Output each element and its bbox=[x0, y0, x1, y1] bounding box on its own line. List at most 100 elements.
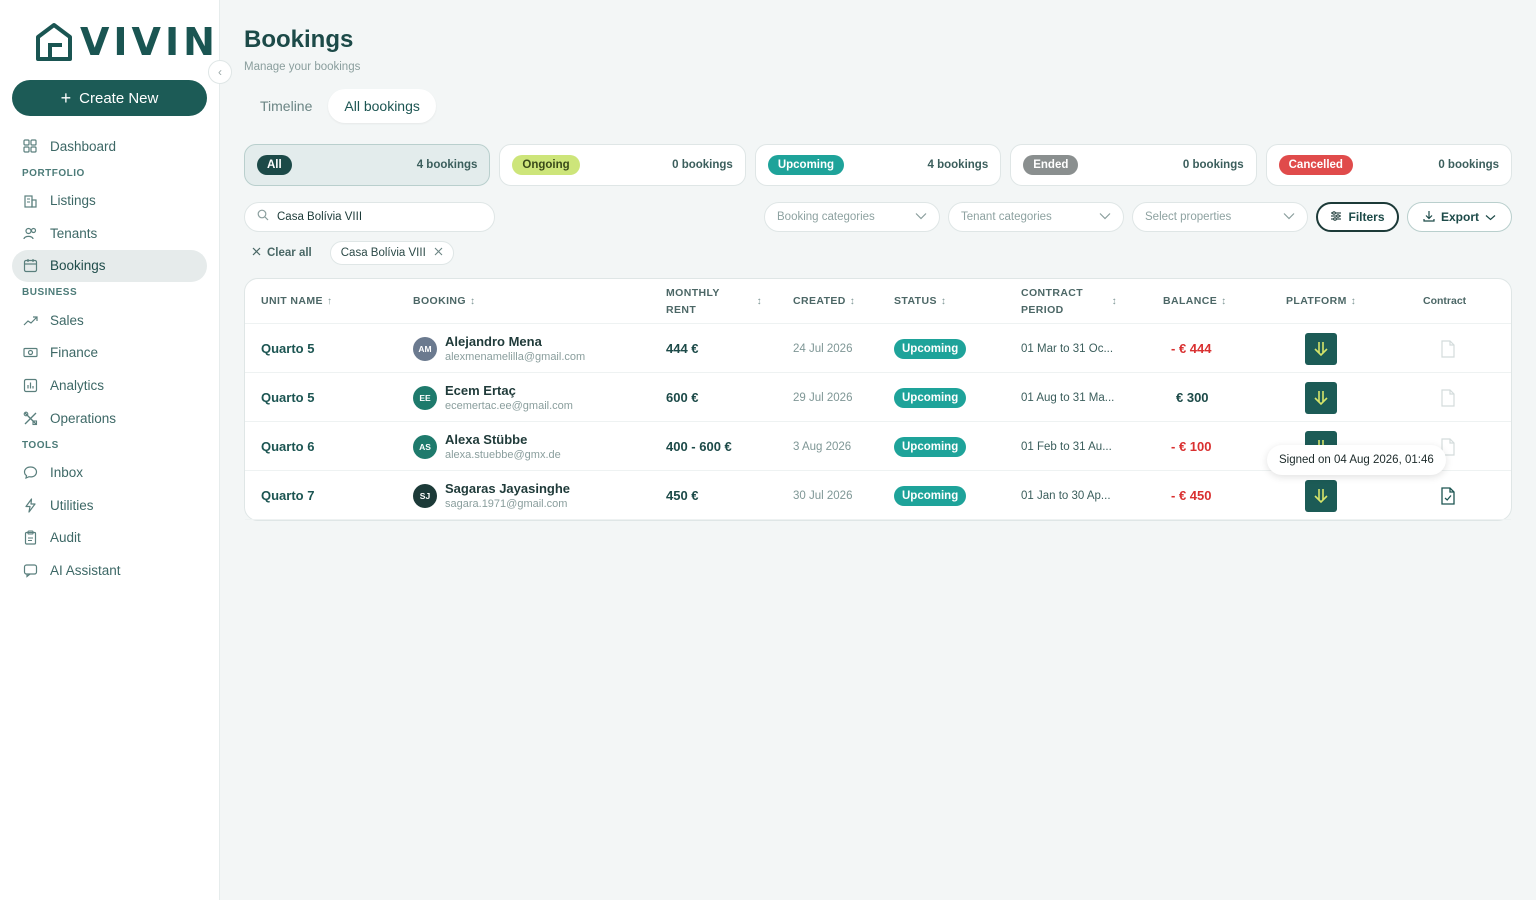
bar-chart-icon bbox=[22, 378, 38, 394]
created-date: 30 Jul 2026 bbox=[793, 489, 853, 502]
table-row[interactable]: Quarto 7 SJ Sagaras Jayasinghe sagara.197… bbox=[245, 471, 1511, 520]
unit-name-link[interactable]: Quarto 5 bbox=[261, 390, 314, 405]
header-line: RENT bbox=[666, 303, 697, 316]
sort-icon: ↕ bbox=[756, 296, 762, 307]
sidebar-item-analytics[interactable]: Analytics bbox=[12, 370, 207, 402]
tab-timeline[interactable]: Timeline bbox=[244, 89, 328, 123]
column-header-balance[interactable]: BALANCE ↕ bbox=[1163, 279, 1227, 324]
create-new-label: Create New bbox=[79, 89, 159, 107]
platform-button[interactable] bbox=[1305, 332, 1337, 365]
page-subtitle: Manage your bookings bbox=[244, 61, 361, 73]
guest-name[interactable]: Alexa Stübbe bbox=[445, 432, 561, 447]
booking-count: 0 bookings bbox=[1182, 159, 1244, 171]
contract-document-icon[interactable] bbox=[1440, 339, 1456, 358]
sidebar-item-dashboard[interactable]: Dashboard bbox=[12, 130, 207, 162]
unit-name-link[interactable]: Quarto 5 bbox=[261, 341, 314, 356]
booking-count: 4 bookings bbox=[416, 159, 478, 171]
collapse-sidebar-button[interactable]: ‹ bbox=[208, 60, 232, 84]
column-header-created[interactable]: CREATED ↕ bbox=[793, 279, 855, 324]
sidebar-item-listings[interactable]: Listings bbox=[12, 185, 207, 217]
sidebar-item-utilities[interactable]: Utilities bbox=[12, 489, 207, 521]
contract-period: 01 Jan to 30 Ap... bbox=[1021, 489, 1111, 502]
column-header-platform[interactable]: PLATFORM ↕ bbox=[1286, 279, 1356, 324]
remove-chip-icon[interactable] bbox=[434, 247, 443, 259]
column-header-period[interactable]: CONTRACT PERIOD ↕ bbox=[1021, 279, 1117, 324]
status-card-all[interactable]: All 4 bookings bbox=[244, 144, 491, 186]
header-label: BOOKING bbox=[413, 295, 466, 307]
guest-name[interactable]: Ecem Ertaç bbox=[445, 383, 573, 398]
guest-name[interactable]: Sagaras Jayasinghe bbox=[445, 481, 570, 496]
chevron-down-icon bbox=[1283, 211, 1295, 223]
sidebar-item-sales[interactable]: Sales bbox=[12, 304, 207, 336]
sidebar-item-label: Inbox bbox=[50, 465, 84, 481]
contract-signed-icon[interactable] bbox=[1440, 486, 1456, 505]
active-filter-chips: Clear all Casa Bolívia VIII bbox=[244, 241, 454, 265]
column-header-rent[interactable]: MONTHLY RENT ↕ bbox=[666, 279, 762, 324]
lightning-icon bbox=[22, 497, 38, 513]
arrow-down-icon bbox=[1314, 390, 1328, 405]
booking-categories-select[interactable]: Booking categories bbox=[764, 202, 940, 232]
create-new-button[interactable]: + Create New bbox=[12, 80, 207, 116]
search-input[interactable] bbox=[277, 211, 477, 223]
sidebar-item-label: Bookings bbox=[50, 258, 106, 274]
users-icon bbox=[22, 225, 38, 241]
sidebar-item-finance[interactable]: Finance bbox=[12, 337, 207, 369]
sidebar-item-bookings[interactable]: Bookings bbox=[12, 249, 207, 282]
select-placeholder: Select properties bbox=[1145, 211, 1232, 223]
contract-document-icon[interactable] bbox=[1440, 388, 1456, 407]
guest-email: alexa.stuebbe@gmx.de bbox=[445, 449, 561, 461]
unit-name-link[interactable]: Quarto 7 bbox=[261, 488, 314, 503]
status-card-cancelled[interactable]: Cancelled 0 bookings bbox=[1265, 144, 1513, 186]
sidebar-item-operations[interactable]: Operations bbox=[12, 402, 207, 434]
avatar: SJ bbox=[413, 483, 437, 508]
sort-icon: ↕ bbox=[1350, 296, 1357, 307]
sidebar-item-audit[interactable]: Audit bbox=[12, 522, 207, 554]
table-row[interactable]: Quarto 5 EE Ecem Ertaç ecemertac.ee@gmail… bbox=[245, 373, 1511, 422]
sidebar-item-inbox[interactable]: Inbox bbox=[12, 457, 207, 489]
column-header-contract: Contract bbox=[1423, 279, 1466, 324]
chevron-down-icon bbox=[915, 211, 927, 223]
vivin-logo[interactable]: VIVIN bbox=[34, 20, 219, 64]
guest-name[interactable]: Alejandro Mena bbox=[445, 334, 585, 349]
header-label: CREATED bbox=[793, 295, 846, 307]
guest-email: ecemertac.ee@gmail.com bbox=[445, 400, 573, 412]
sidebar-item-ai-assistant[interactable]: AI Assistant bbox=[12, 555, 207, 587]
header-label: STATUS bbox=[894, 295, 937, 307]
sidebar-item-tenants[interactable]: Tenants bbox=[12, 217, 207, 249]
chip-label: Casa Bolívia VIII bbox=[340, 247, 426, 259]
status-pill: Cancelled bbox=[1278, 155, 1353, 175]
header-label: UNIT NAME bbox=[261, 295, 323, 307]
guest-email: sagara.1971@gmail.com bbox=[445, 498, 568, 510]
select-placeholder: Tenant categories bbox=[961, 211, 1052, 223]
header-label: PLATFORM bbox=[1286, 295, 1347, 307]
assistant-chat-icon bbox=[22, 563, 38, 579]
column-header-status[interactable]: STATUS ↕ bbox=[894, 279, 946, 324]
export-label: Export bbox=[1440, 210, 1479, 224]
status-card-ongoing[interactable]: Ongoing 0 bookings bbox=[499, 144, 746, 186]
status-card-upcoming[interactable]: Upcoming 4 bookings bbox=[754, 144, 1002, 186]
header-label: CONTRACT PERIOD bbox=[1021, 285, 1083, 319]
platform-button[interactable] bbox=[1305, 381, 1337, 414]
clear-all-label: Clear all bbox=[267, 247, 312, 259]
monthly-rent: 400 - 600 € bbox=[666, 439, 732, 454]
sidebar-item-label: Operations bbox=[50, 410, 117, 426]
sort-icon: ↕ bbox=[849, 296, 856, 307]
tenant-categories-select[interactable]: Tenant categories bbox=[948, 202, 1124, 232]
column-header-unit[interactable]: UNIT NAME ↑ bbox=[261, 279, 332, 324]
status-filter-cards: All 4 bookings Ongoing 0 bookings Upcomi… bbox=[244, 144, 1513, 186]
booking-count: 4 bookings bbox=[927, 159, 989, 171]
platform-button[interactable] bbox=[1305, 479, 1337, 512]
status-pill: Upcoming bbox=[767, 155, 845, 175]
sort-icon: ↕ bbox=[1221, 296, 1227, 307]
sidebar-item-label: Sales bbox=[50, 312, 84, 328]
export-button[interactable]: Export bbox=[1407, 202, 1512, 232]
unit-name-link[interactable]: Quarto 6 bbox=[261, 439, 314, 454]
column-header-booking[interactable]: BOOKING ↕ bbox=[413, 279, 475, 324]
select-properties-select[interactable]: Select properties bbox=[1132, 202, 1308, 232]
chat-bubble-icon bbox=[22, 465, 38, 481]
clear-all-button[interactable]: Clear all bbox=[244, 241, 320, 265]
tab-all-bookings[interactable]: All bookings bbox=[328, 89, 436, 123]
table-row[interactable]: Quarto 5 AM Alejandro Mena alexmenamelill… bbox=[245, 324, 1511, 373]
status-card-ended[interactable]: Ended 0 bookings bbox=[1010, 144, 1257, 186]
filters-button[interactable]: Filters bbox=[1316, 202, 1399, 232]
